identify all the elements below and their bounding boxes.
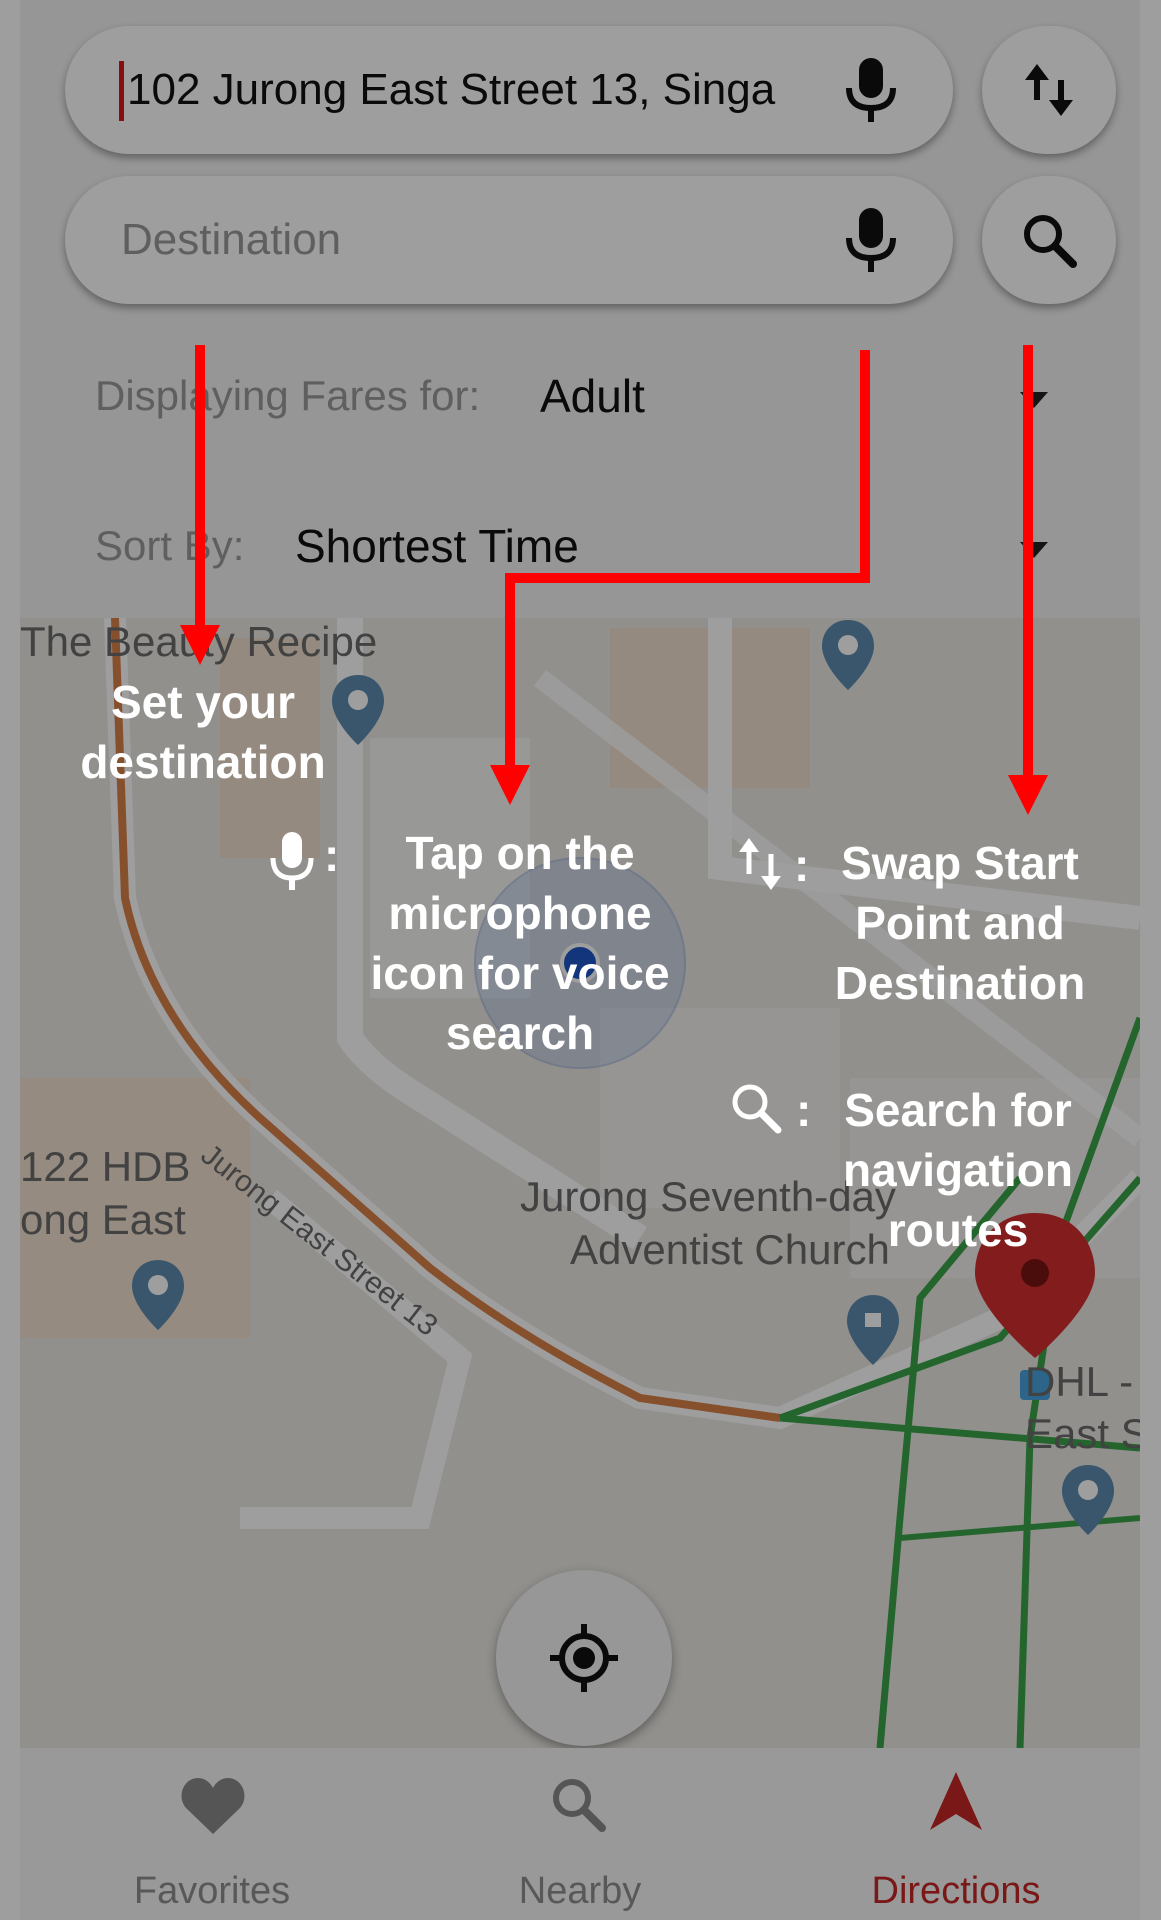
annotation-line: routes — [887, 1204, 1029, 1256]
annotation-line: Search for — [844, 1084, 1072, 1136]
annotation-search-tip: Search for navigation routes — [818, 1080, 1098, 1260]
annotation-colon: : — [794, 839, 810, 891]
annotation-colon: : — [324, 829, 340, 881]
swap-arrows-icon — [739, 838, 781, 890]
annotation-line: destination — [80, 736, 326, 788]
microphone-icon — [270, 832, 314, 890]
annotation-colon: : — [796, 1084, 812, 1136]
annotation-swap-tip: Swap Start Point and Destination — [815, 833, 1105, 1013]
annotation-line: icon for voice — [370, 947, 670, 999]
annotation-set-destination: Set your destination — [58, 672, 348, 792]
annotation-line: Point and — [855, 897, 1065, 949]
annotation-line: navigation — [842, 1144, 1074, 1196]
annotation-line: microphone — [388, 887, 652, 939]
annotation-line: Swap Start — [841, 837, 1079, 889]
annotation-line: Destination — [834, 957, 1086, 1009]
annotation-line: Set your — [110, 676, 296, 728]
search-icon — [732, 1084, 782, 1134]
annotation-mic-tip: Tap on the microphone icon for voice sea… — [340, 823, 700, 1063]
annotation-line: search — [445, 1007, 595, 1059]
annotation-line: Tap on the — [405, 827, 635, 879]
